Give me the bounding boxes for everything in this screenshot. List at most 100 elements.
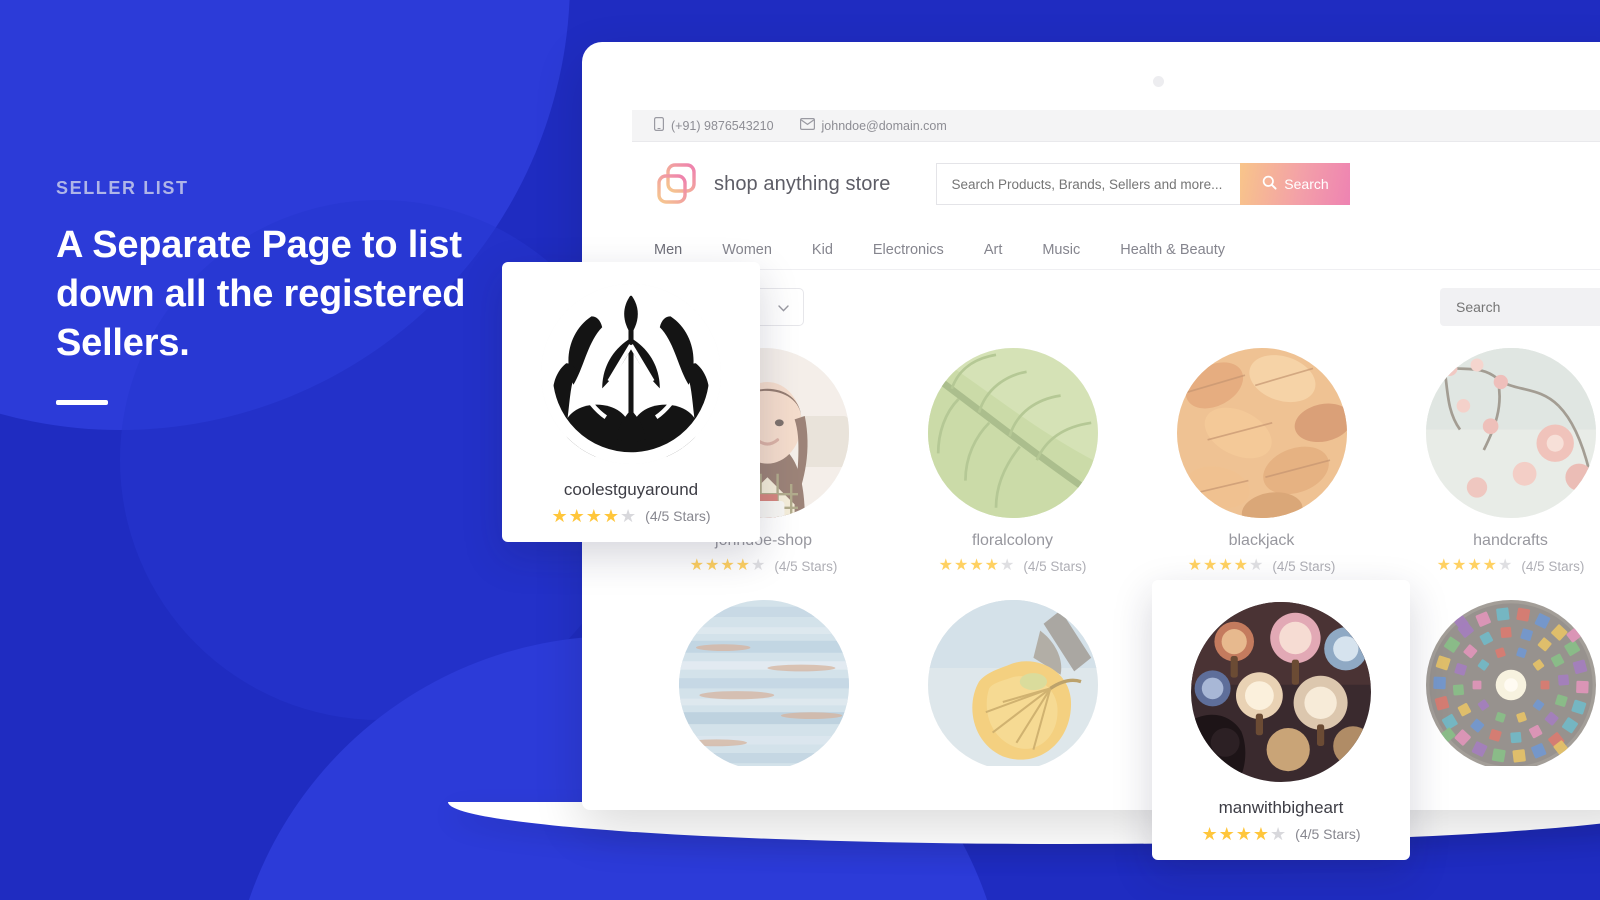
- star-icon: ★: [568, 506, 585, 526]
- seller-card[interactable]: blackjack ★ ★ ★ ★ ★ (4/5 Stars): [1152, 348, 1371, 574]
- seller-name: floralcolony: [972, 532, 1053, 549]
- site-header: shop anything store Search: [632, 142, 1600, 226]
- star-icon: ★: [984, 557, 999, 574]
- star-icon: ★: [1252, 824, 1270, 844]
- yellow-leaf-avatar-icon: [927, 600, 1098, 766]
- avatar: [541, 284, 721, 464]
- featured-seller-card-top[interactable]: coolestguyaround ★ ★ ★ ★ ★ (4/5 Stars): [502, 262, 760, 542]
- star-icon: ★: [751, 557, 766, 574]
- star-icon: ★: [720, 557, 735, 574]
- rating: ★ ★ ★ ★ ★ (4/5 Stars): [654, 558, 873, 574]
- star-icon: ★: [1202, 557, 1218, 574]
- search-button[interactable]: Search: [1240, 163, 1351, 205]
- avatar: [927, 348, 1098, 518]
- avatar: [1176, 348, 1347, 518]
- nav-item-electronics[interactable]: Electronics: [873, 242, 944, 269]
- mobile-phone-icon: [654, 117, 665, 134]
- avatar: [1191, 602, 1371, 782]
- seller-grid: johndoe-shop ★ ★ ★ ★ ★ (4/5 Stars) floralcolon…: [632, 344, 1600, 766]
- star-icon: ★: [551, 506, 568, 526]
- rating-label: (4/5 Stars): [1295, 826, 1361, 842]
- stained-glass-avatar-icon: [1425, 600, 1596, 766]
- chevron-down-icon: [778, 299, 789, 315]
- nav-item-music[interactable]: Music: [1042, 242, 1080, 269]
- star-icon: ★: [1201, 824, 1218, 844]
- avatar: [1425, 600, 1596, 766]
- star-icon: ★: [1482, 557, 1497, 574]
- star-icon: ★: [1218, 557, 1233, 574]
- topbar-email[interactable]: johndoe@domain.com: [799, 118, 947, 133]
- brand-logo[interactable]: shop anything store: [654, 161, 890, 207]
- rating-label: (4/5 Stars): [1521, 558, 1585, 574]
- topbar-email-text: johndoe@domain.com: [821, 118, 947, 133]
- brand-name: shop anything store: [714, 172, 891, 195]
- browser-screen: (+91) 9876543210 johndoe@domain.com Se: [632, 110, 1600, 766]
- topbar-phone-text: (+91) 9876543210: [671, 118, 774, 133]
- avatar: [1425, 348, 1596, 518]
- star-icon: ★: [1249, 557, 1264, 574]
- nav-item-health-beauty[interactable]: Health & Beauty: [1120, 242, 1225, 269]
- category-nav: Men Women Kid Electronics Art Music Health & B…: [632, 226, 1600, 270]
- star-icon: ★: [1436, 557, 1451, 574]
- star-rating: ★ ★ ★ ★ ★: [551, 507, 636, 525]
- seller-card[interactable]: floralcolony ★ ★ ★ ★ ★ (4/5 Stars): [903, 348, 1122, 574]
- star-icon: ★: [1218, 824, 1235, 844]
- site-topbar: (+91) 9876543210 johndoe@domain.com Se: [632, 110, 1600, 142]
- green-leaf-avatar-icon: [927, 348, 1098, 518]
- star-icon: ★: [1235, 824, 1252, 844]
- seller-name: handcrafts: [1473, 532, 1548, 549]
- star-icon: ★: [620, 506, 637, 526]
- promo-headline: A Separate Page to list down all the reg…: [56, 224, 466, 364]
- star-icon: ★: [1498, 557, 1513, 574]
- star-icon: ★: [1270, 824, 1287, 844]
- blossom-branch-avatar-icon: [1425, 348, 1596, 518]
- promo-divider: [56, 400, 108, 405]
- avatar: [678, 600, 849, 766]
- nav-item-kid[interactable]: Kid: [812, 242, 833, 269]
- seller-card[interactable]: [1401, 600, 1600, 766]
- avatar: [927, 600, 1098, 766]
- rating-label: (4/5 Stars): [1272, 558, 1336, 574]
- star-rating: ★ ★ ★ ★ ★: [1201, 825, 1286, 843]
- star-rating: ★ ★ ★ ★ ★: [1188, 558, 1264, 574]
- star-icon: ★: [1467, 557, 1482, 574]
- search-input[interactable]: [936, 163, 1241, 205]
- autumn-leaves-avatar-icon: [1176, 348, 1347, 518]
- nav-item-art[interactable]: Art: [984, 242, 1003, 269]
- star-rating: ★ ★ ★ ★ ★: [939, 558, 1015, 574]
- seller-name: manwithbigheart: [1218, 798, 1344, 817]
- promo-copy: SELLER LIST A Separate Page to list down…: [56, 178, 486, 405]
- star-icon: ★: [735, 557, 750, 574]
- rating: ★ ★ ★ ★ ★ (4/5 Stars): [1152, 558, 1371, 574]
- star-icon: ★: [953, 557, 969, 574]
- header-search: Search: [936, 163, 1351, 205]
- listing-toolbar: Popularity: [632, 270, 1600, 344]
- featured-seller-card-bottom[interactable]: manwithbigheart ★ ★ ★ ★ ★ (4/5 Stars): [1152, 580, 1410, 860]
- rating-label: (4/5 Stars): [774, 558, 838, 574]
- seller-name: coolestguyaround: [563, 480, 699, 499]
- seller-card[interactable]: [903, 600, 1122, 766]
- seller-card[interactable]: handcrafts ★ ★ ★ ★ ★ (4/5 Stars): [1401, 348, 1600, 574]
- lanterns-avatar-icon: [1191, 602, 1371, 782]
- star-icon: ★: [938, 557, 953, 574]
- star-icon: ★: [1451, 557, 1467, 574]
- water-ripples-avatar-icon: [678, 600, 849, 766]
- star-icon: ★: [1187, 557, 1202, 574]
- slide-canvas: SELLER LIST A Separate Page to list down…: [0, 0, 1600, 900]
- rating: ★ ★ ★ ★ ★ (4/5 Stars): [502, 507, 760, 525]
- promo-eyebrow: SELLER LIST: [56, 178, 189, 198]
- rating-label: (4/5 Stars): [645, 508, 711, 524]
- seller-card[interactable]: [654, 600, 873, 766]
- star-icon: ★: [969, 557, 984, 574]
- seller-name: blackjack: [1228, 532, 1295, 549]
- overlapping-squares-logo-icon: [654, 161, 700, 207]
- star-icon: ★: [689, 557, 704, 574]
- star-icon: ★: [1233, 557, 1248, 574]
- seller-list-search-input[interactable]: [1440, 288, 1600, 326]
- envelope-icon: [799, 118, 815, 133]
- topbar-phone[interactable]: (+91) 9876543210: [654, 117, 774, 134]
- laptop-webcam-dot: [1153, 76, 1164, 87]
- rating-label: (4/5 Stars): [1023, 558, 1087, 574]
- magnifier-icon: [1262, 175, 1277, 193]
- search-button-label: Search: [1284, 176, 1329, 192]
